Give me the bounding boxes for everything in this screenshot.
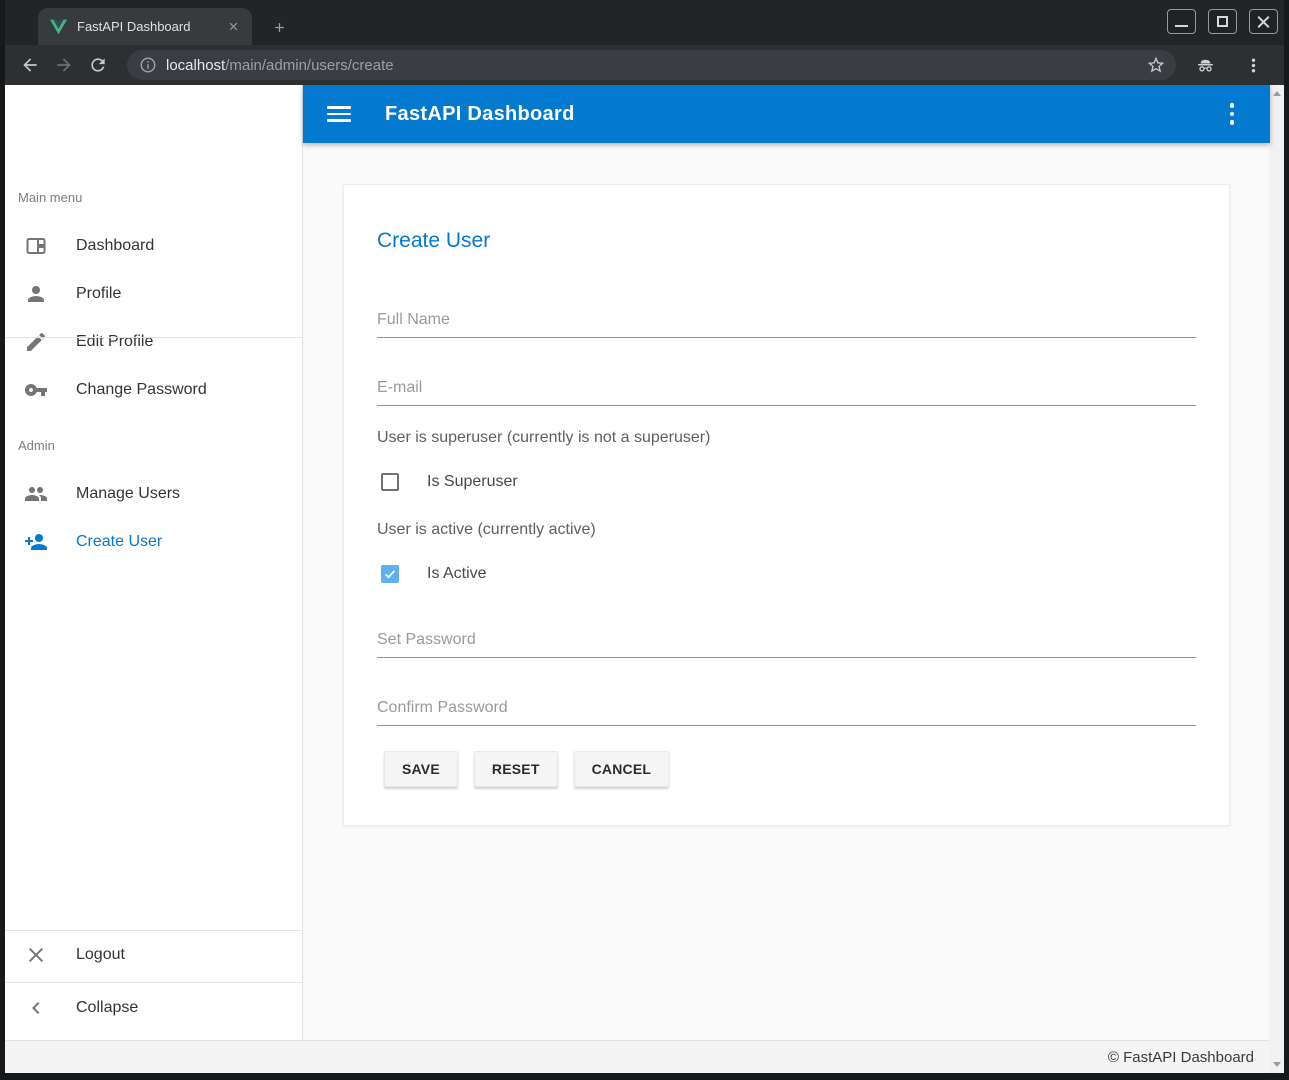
page-title: Create User (377, 229, 490, 253)
superuser-note: User is superuser (currently is not a su… (377, 429, 710, 447)
page-scrollbar[interactable] (1269, 85, 1284, 1073)
sidebar-item-manage-users[interactable]: Manage Users (5, 470, 302, 518)
is-active-label: Is Active (427, 565, 487, 583)
browser-toolbar: localhost/main/admin/users/create (5, 45, 1284, 85)
save-button[interactable]: SAVE (384, 751, 458, 787)
sidebar-item-dashboard[interactable]: Dashboard (5, 222, 302, 270)
close-icon (24, 943, 48, 967)
confirm-password-field[interactable]: Confirm Password (377, 692, 1196, 726)
email-label: E-mail (377, 379, 422, 397)
form-actions: SAVE RESET CANCEL (384, 751, 669, 787)
page-footer: © FastAPI Dashboard (5, 1040, 1269, 1073)
tab-strip: FastAPI Dashboard (5, 0, 1284, 45)
is-active-checkbox[interactable]: Is Active (381, 564, 487, 584)
url-bar[interactable]: localhost/main/admin/users/create (127, 50, 1176, 80)
vue-favicon-icon (50, 19, 67, 35)
people-icon (24, 482, 48, 506)
menu-hamburger-icon[interactable] (327, 102, 351, 126)
sidebar-item-logout[interactable]: Logout (5, 931, 302, 979)
dashboard-icon (24, 234, 48, 258)
browser-tab[interactable]: FastAPI Dashboard (38, 8, 252, 45)
email-field[interactable]: E-mail (377, 372, 1196, 406)
set-password-field[interactable]: Set Password (377, 624, 1196, 658)
sidebar-item-label: Edit Profile (76, 333, 153, 351)
sidebar-item-collapse[interactable]: Collapse (5, 984, 302, 1032)
url-path: /main/admin/users/create (225, 57, 393, 74)
url-host: localhost (166, 57, 225, 74)
url-text[interactable]: localhost/main/admin/users/create (166, 57, 1146, 74)
cancel-button[interactable]: CANCEL (574, 751, 670, 787)
tab-title: FastAPI Dashboard (77, 19, 224, 34)
browser-menu-kebab-icon[interactable] (1236, 48, 1270, 82)
is-superuser-label: Is Superuser (427, 473, 518, 491)
create-user-card: Create User Full Name E-mail User is sup… (343, 184, 1230, 826)
key-icon (24, 378, 48, 402)
sidebar-item-change-password[interactable]: Change Password (5, 366, 302, 414)
full-name-field[interactable]: Full Name (377, 304, 1196, 338)
sidebar-section-admin-label: Admin (18, 438, 55, 453)
copyright-text: © FastAPI Dashboard (1108, 1049, 1254, 1066)
forward-icon[interactable] (47, 48, 81, 82)
sidebar-item-label: Logout (76, 946, 125, 964)
active-note: User is active (currently active) (377, 521, 596, 539)
checkbox-unchecked-icon[interactable] (381, 473, 399, 491)
confirm-password-label: Confirm Password (377, 699, 508, 717)
person-icon (24, 282, 48, 306)
scrollbar-up-icon[interactable] (1269, 86, 1284, 101)
sidebar: Main menu Dashboard Profile Edit Profile (5, 85, 303, 1040)
maximize-button[interactable] (1208, 9, 1237, 34)
sidebar-item-label: Manage Users (76, 485, 180, 503)
window-controls (1167, 9, 1278, 34)
app-menu-kebab-icon[interactable] (1220, 102, 1244, 126)
new-tab-icon[interactable] (266, 14, 292, 40)
sidebar-item-profile[interactable]: Profile (5, 270, 302, 318)
sidebar-item-label: Profile (76, 285, 121, 303)
chevron-left-icon (24, 996, 48, 1020)
reset-button[interactable]: RESET (474, 751, 558, 787)
app-bar: FastAPI Dashboard (303, 85, 1270, 143)
is-superuser-checkbox[interactable]: Is Superuser (381, 472, 518, 492)
person-add-icon (24, 530, 48, 554)
pencil-icon (24, 330, 48, 354)
sidebar-item-label: Change Password (76, 381, 207, 399)
app-title: FastAPI Dashboard (385, 103, 575, 126)
close-window-button[interactable] (1249, 9, 1278, 34)
sidebar-item-edit-profile[interactable]: Edit Profile (5, 318, 302, 366)
incognito-icon (1188, 48, 1222, 82)
page-info-icon[interactable] (139, 56, 157, 74)
scrollbar-down-icon[interactable] (1269, 1057, 1284, 1072)
sidebar-item-label: Dashboard (76, 237, 154, 255)
sidebar-item-label: Collapse (76, 999, 138, 1017)
browser-window: FastAPI Dashboard localh (0, 0, 1289, 1080)
checkbox-checked-icon[interactable] (381, 565, 399, 583)
sidebar-section-main-menu-label: Main menu (18, 190, 82, 205)
full-name-label: Full Name (377, 311, 450, 329)
sidebar-item-label: Create User (76, 533, 162, 551)
sidebar-item-create-user[interactable]: Create User (5, 518, 302, 566)
back-icon[interactable] (13, 48, 47, 82)
reload-icon[interactable] (81, 48, 115, 82)
tab-close-icon[interactable] (224, 18, 242, 36)
set-password-label: Set Password (377, 631, 476, 649)
minimize-button[interactable] (1167, 9, 1196, 34)
bookmark-star-icon[interactable] (1146, 55, 1166, 75)
